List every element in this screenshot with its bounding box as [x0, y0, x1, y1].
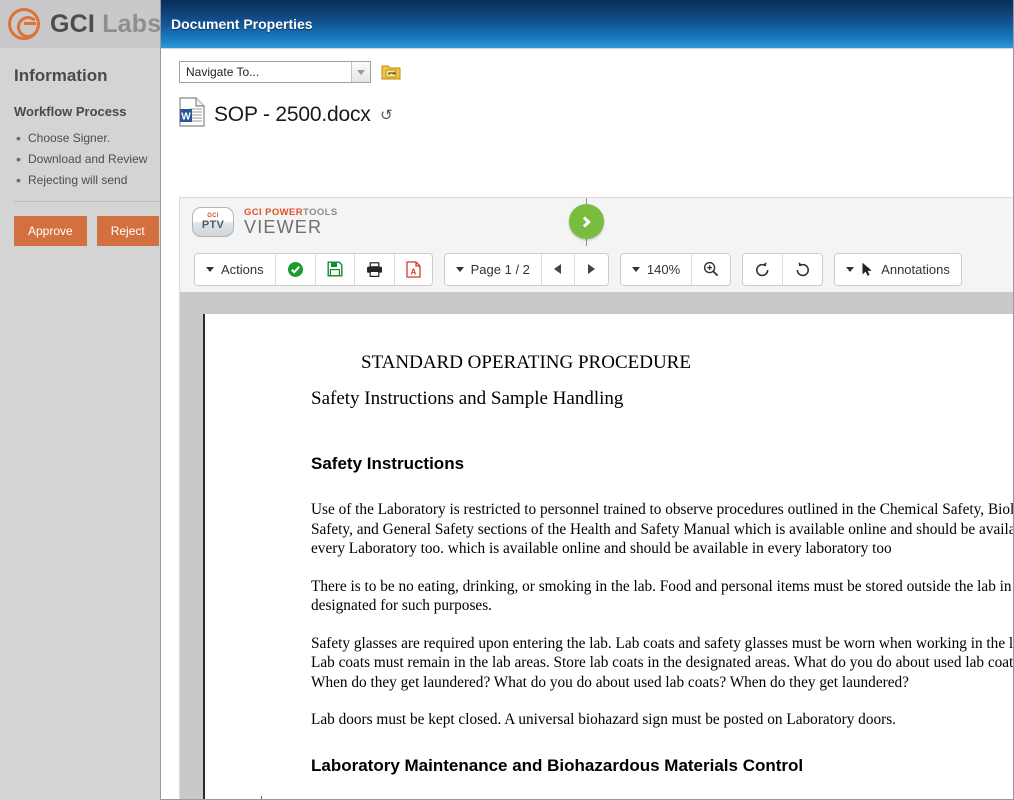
- zoom-level-button[interactable]: 140%: [620, 253, 693, 285]
- refresh-icon[interactable]: ↻: [380, 106, 393, 124]
- previous-page-button[interactable]: [541, 253, 575, 285]
- viewer-brand-text: GCI POWERTOOLS VIEWER: [244, 206, 338, 237]
- annotations-button[interactable]: Annotations: [835, 253, 961, 285]
- ptv-logo-icon: GCI PTV: [192, 207, 234, 237]
- chevron-right-icon[interactable]: [569, 204, 604, 239]
- chevron-down-icon: [846, 266, 855, 272]
- brand-primary: GCI: [50, 9, 96, 38]
- document-heading-2: Laboratory Maintenance and Biohazardous …: [311, 755, 804, 775]
- document-title: STANDARD OPERATING PROCEDURE: [361, 352, 691, 373]
- chevron-down-icon: [631, 266, 640, 272]
- document-heading-1: Safety Instructions: [311, 454, 465, 473]
- arrow-right-icon: [587, 264, 595, 274]
- zoom-in-button[interactable]: [692, 253, 731, 285]
- print-button[interactable]: [354, 253, 395, 285]
- divider: [14, 201, 174, 202]
- dialog-title: Document Properties: [171, 16, 313, 32]
- navigate-row: Navigate To...: [161, 49, 1013, 83]
- rotate-left-button[interactable]: [743, 253, 784, 285]
- rotate-right-button[interactable]: [783, 253, 823, 285]
- annotations-group: Annotations: [834, 252, 962, 286]
- navigate-to-select[interactable]: Navigate To...: [179, 61, 371, 83]
- brand-secondary: Labs: [102, 9, 162, 38]
- file-name: SOP - 2500.docx: [214, 102, 371, 126]
- page-label: Page 1 / 2: [470, 261, 530, 277]
- next-page-button[interactable]: [574, 253, 608, 285]
- page-select-button[interactable]: Page 1 / 2: [444, 253, 542, 285]
- export-pdf-button[interactable]: A: [394, 253, 432, 285]
- svg-text:A: A: [410, 267, 416, 276]
- document-page: STANDARD OPERATING PROCEDURE Safety Inst…: [203, 314, 1014, 799]
- actions-button[interactable]: Actions: [195, 253, 276, 285]
- brand-viewer: VIEWER: [244, 216, 323, 237]
- save-button[interactable]: [315, 253, 355, 285]
- page-nav-group: Page 1 / 2: [443, 252, 609, 286]
- dialog-body: Navigate To... W SOP - 2500.docx ↻ GCI P…: [161, 48, 1014, 799]
- rotate-counterclockwise-icon: [754, 261, 771, 278]
- screen-root: GCI Labs Information Workflow Process Ch…: [0, 0, 1014, 800]
- brand-tools: TOOLS: [303, 206, 338, 218]
- save-disk-icon: [327, 261, 343, 277]
- folder-up-icon[interactable]: [381, 63, 401, 81]
- chevron-down-icon: [455, 266, 464, 272]
- approve-document-button[interactable]: [275, 253, 316, 285]
- brand-gci: GCI: [244, 206, 263, 218]
- magnifier-plus-icon: [703, 261, 719, 277]
- app-brand-title: GCI Labs: [50, 10, 161, 39]
- approve-button[interactable]: Approve: [14, 216, 87, 246]
- cursor-pointer-icon: [861, 262, 874, 277]
- viewer-toolbar: Actions A Page 1 / 2 140% Annotations: [180, 246, 1013, 292]
- document-subtitle: Safety Instructions and Sample Handling: [311, 388, 624, 409]
- svg-text:W: W: [181, 112, 191, 123]
- actions-label: Actions: [221, 261, 264, 277]
- document-scroll-area[interactable]: STANDARD OPERATING PROCEDURE Safety Inst…: [180, 292, 1014, 799]
- document-paragraph: Lab doors must be kept closed. A univers…: [311, 711, 896, 728]
- document-properties-dialog: Document Properties Navigate To... W SOP…: [160, 0, 1014, 800]
- navigate-to-value: Navigate To...: [186, 65, 260, 79]
- actions-group: Actions A: [194, 252, 433, 286]
- reject-button[interactable]: Reject: [96, 216, 159, 246]
- file-row: W SOP - 2500.docx ↻: [161, 83, 1013, 132]
- chevron-down-icon[interactable]: [351, 62, 370, 82]
- word-document-icon: W: [179, 97, 205, 132]
- gci-logo-icon: [8, 8, 40, 40]
- chevron-down-icon: [206, 266, 214, 272]
- dialog-titlebar: Document Properties: [161, 0, 1013, 48]
- brand-power: POWER: [262, 206, 304, 218]
- check-circle-icon: [287, 261, 304, 278]
- document-viewer: GCI PTV GCI POWERTOOLS VIEWER Actions A …: [179, 197, 1014, 799]
- zoom-group: 140%: [619, 252, 732, 286]
- annotations-label: Annotations: [881, 261, 950, 277]
- document-paragraph: Safety glasses are required upon enterin…: [311, 634, 1014, 691]
- pdf-file-icon: A: [405, 260, 421, 278]
- ptv-badge-bottom: PTV: [201, 219, 225, 231]
- arrow-left-icon: [554, 264, 562, 274]
- rotate-clockwise-icon: [794, 261, 811, 278]
- zoom-level-label: 140%: [646, 261, 681, 277]
- printer-icon: [366, 261, 383, 277]
- document-paragraph: Use of the Laboratory is restricted to p…: [311, 501, 1014, 557]
- change-bar: [261, 795, 262, 799]
- document-paragraph: There is to be no eating, drinking, or s…: [311, 577, 1012, 615]
- viewer-brand-bar: GCI PTV GCI POWERTOOLS VIEWER: [180, 198, 1013, 246]
- rotate-group: [742, 252, 824, 286]
